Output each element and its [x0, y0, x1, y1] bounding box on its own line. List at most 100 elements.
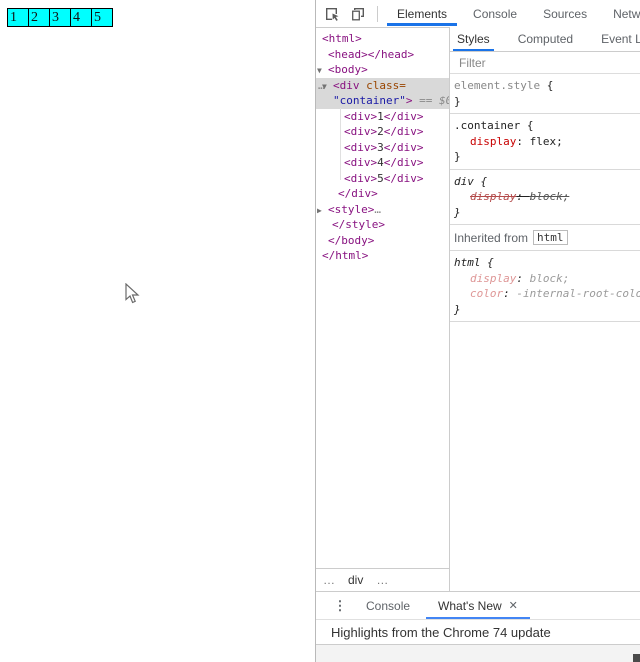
css-rule: html {display: block; color: -internal-ro… [450, 251, 640, 322]
code-token: </div> [383, 140, 424, 154]
code-token: </div> [383, 125, 424, 138]
styles-filter-input[interactable]: Filter [450, 52, 640, 74]
code-token: </div> [338, 187, 378, 200]
code-token: … [374, 202, 381, 216]
breadcrumb-item[interactable]: … [376, 573, 388, 587]
close-icon[interactable]: ✕ [509, 599, 518, 612]
tree-node[interactable]: "container"> == $0 [316, 93, 449, 109]
code-token: 1 [377, 109, 384, 123]
mouse-cursor-icon [125, 282, 141, 310]
tree-node[interactable]: </body> [316, 233, 449, 249]
tree-node[interactable]: <div>3</div> [316, 140, 449, 156]
css-property[interactable]: display: flex; [454, 134, 638, 150]
flex-item-box: 1 [7, 8, 29, 27]
code-token: 4 [377, 156, 384, 169]
code-token: <div> [344, 125, 378, 138]
code-token: </style> [332, 218, 385, 231]
tree-node[interactable]: </html> [316, 248, 449, 264]
css-rule: .container {display: flex;} [450, 114, 640, 170]
devtools-tab-sources[interactable]: Sources [530, 0, 600, 27]
drawer-tab-label: Console [366, 598, 411, 613]
tree-node[interactable]: ▼ <body> [316, 62, 449, 78]
whats-new-panel: Highlights from the Chrome 74 update [316, 619, 640, 645]
devtools-drawer: ⋮ Console What's New ✕ Highlights from the… [316, 591, 640, 662]
property-value: flex; [529, 134, 563, 148]
css-rule: div {display: block;} [450, 170, 640, 225]
filter-placeholder: Filter [459, 55, 486, 70]
code-token: class= [359, 78, 406, 92]
breadcrumb-item[interactable]: … [323, 573, 335, 587]
code-token: 3 [377, 140, 384, 154]
whats-new-heading[interactable]: Highlights from the Chrome 74 update [331, 625, 551, 640]
devtools-tab-network[interactable]: Network [600, 0, 640, 27]
flex-container: 12345 [7, 8, 113, 27]
tree-node[interactable]: <html> [316, 31, 449, 47]
screen: 12345 Elements Console Sources Netw <htm… [0, 0, 640, 662]
tree-expand-arrow-icon[interactable]: ▶ [317, 203, 328, 219]
closing-brace: } [454, 150, 461, 163]
inherited-from-label: Inherited from [454, 230, 529, 245]
tree-indent-guide [340, 108, 341, 180]
css-selector[interactable]: html { [454, 255, 638, 271]
code-token: <style> [328, 202, 375, 216]
brace: { [480, 256, 494, 269]
css-selector[interactable]: div { [454, 174, 638, 190]
code-token: </div> [383, 156, 424, 169]
code-token: <html> [322, 32, 362, 45]
tree-node[interactable]: </div> [316, 186, 449, 202]
selector-text: div [454, 174, 474, 188]
tree-node[interactable]: <div>5</div> [316, 171, 449, 187]
property-name: display [470, 271, 517, 285]
tree-expand-arrow-icon[interactable]: ▼ [317, 63, 328, 79]
code-token: <div> [344, 156, 378, 169]
tree-node[interactable]: … ▼ <div class= [316, 77, 449, 93]
drawer-tab-what-s-new[interactable]: What's New ✕ [424, 592, 532, 619]
code-token: <div> [344, 109, 378, 123]
css-rule: element.style {} [450, 74, 640, 114]
code-token: </body> [328, 233, 375, 247]
corner-artifact [633, 654, 640, 662]
drawer-tab-console[interactable]: Console [352, 592, 424, 619]
device-toolbar-icon[interactable] [349, 5, 367, 23]
closing-brace: } [454, 205, 461, 219]
sidebar-tab-styles[interactable]: Styles [453, 27, 494, 51]
tree-node[interactable]: </style> [316, 217, 449, 233]
tree-node[interactable]: <head></head> [316, 47, 449, 63]
css-selector[interactable]: element.style { [454, 78, 638, 94]
property-name: color [470, 287, 504, 300]
devtools-tab-console[interactable]: Console [460, 0, 530, 27]
brace: { [520, 119, 534, 132]
styles-sidebar: Styles Computed Event Listeners Filter ele… [449, 27, 640, 591]
brace: { [540, 79, 554, 92]
code-token: "container" [333, 94, 406, 107]
css-property[interactable]: display: block; [454, 271, 638, 287]
selector-text: element.style [454, 79, 541, 92]
tree-node[interactable]: <div>2</div> [316, 124, 449, 140]
tree-node[interactable]: <div>1</div> [316, 109, 449, 125]
code-token: </div> [383, 109, 424, 123]
inherited-node-link[interactable]: html [533, 230, 568, 245]
closing-brace: } [454, 302, 461, 316]
inspect-element-icon[interactable] [323, 5, 341, 23]
css-property[interactable]: display: block; [454, 189, 638, 205]
code-token: <div> [344, 140, 378, 154]
sidebar-tab-event-listeners[interactable]: Event Listeners [601, 27, 640, 51]
css-property[interactable]: color: -internal-root-color; [454, 286, 640, 302]
sidebar-tab-computed[interactable]: Computed [518, 27, 573, 51]
property-name: display [470, 190, 517, 203]
code-token: </html> [322, 249, 369, 262]
kebab-menu-icon[interactable]: ⋮ [328, 592, 352, 619]
breadcrumb-item[interactable]: div [348, 573, 363, 587]
toolbar-separator [377, 5, 378, 22]
code-token: == $0 [412, 94, 449, 107]
drawer-tab-label: What's New [438, 598, 502, 613]
tree-node[interactable]: ▶ <style>… [316, 202, 449, 218]
selector-text: html [454, 256, 481, 269]
flex-item-box: 2 [28, 8, 50, 27]
devtools-tab-elements[interactable]: Elements [384, 0, 460, 27]
property-name: display [470, 134, 517, 148]
tree-node[interactable]: <div>4</div> [316, 155, 449, 171]
css-selector[interactable]: .container { [454, 118, 638, 134]
elements-tree-panel: <html> <head></head> ▼ <body>… ▼ <div class= "… [316, 27, 449, 591]
flex-item-box: 5 [91, 8, 113, 27]
